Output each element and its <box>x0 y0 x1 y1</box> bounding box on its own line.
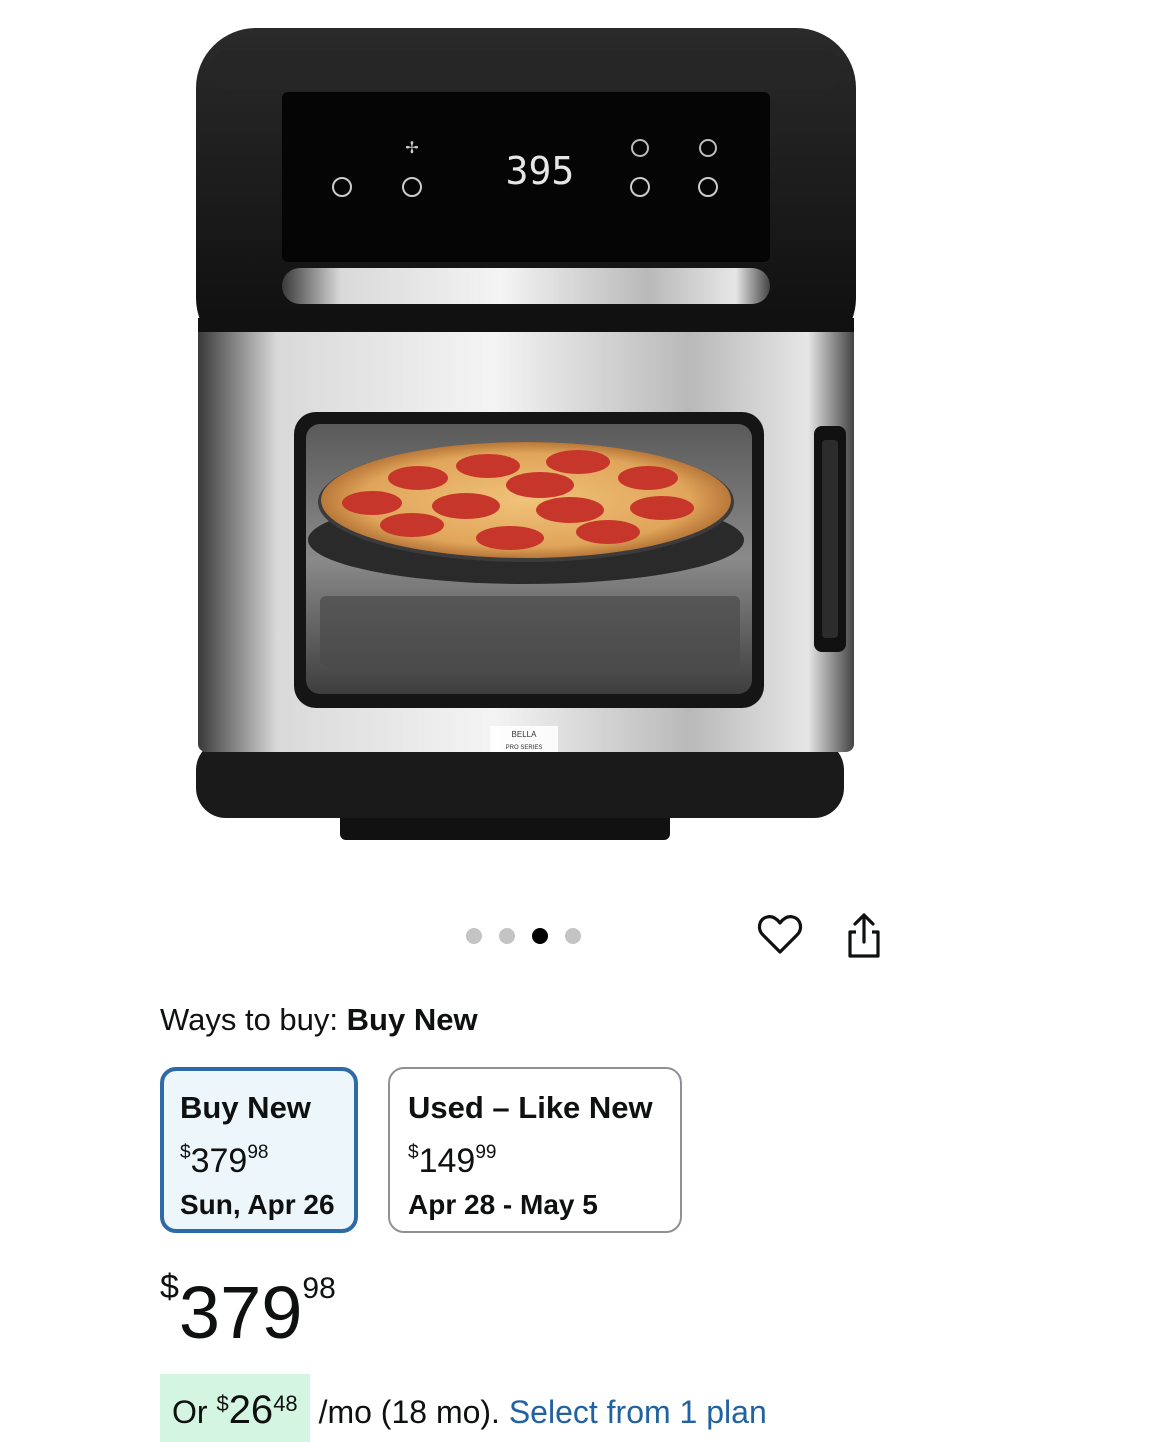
used-like-new-option[interactable]: Used – Like New $14999 Apr 28 - May 5 <box>388 1067 682 1233</box>
financing-terms: /mo (18 mo). <box>318 1394 500 1430</box>
buy-new-option[interactable]: Buy New $37998 Sun, Apr 26 <box>160 1067 358 1233</box>
svg-text:395: 395 <box>506 149 575 193</box>
image-carousel-dots[interactable] <box>466 928 581 944</box>
share-button[interactable] <box>842 910 886 962</box>
option-price: $14999 <box>408 1142 497 1180</box>
brand-logo: BELLA <box>512 730 538 739</box>
carousel-dot[interactable] <box>499 928 515 944</box>
heart-icon <box>757 915 803 954</box>
wishlist-button[interactable] <box>756 910 804 958</box>
option-delivery-date: Apr 28 - May 5 <box>408 1189 598 1220</box>
product-image[interactable]: 395 ✢ BELLA PRO SERIES <box>0 0 1150 880</box>
svg-text:PRO SERIES: PRO SERIES <box>506 745 543 751</box>
carousel-dot-active[interactable] <box>532 928 548 944</box>
price-whole: 379 <box>178 1271 303 1354</box>
ways-to-buy-selected: Buy New <box>346 1002 478 1037</box>
carousel-dot[interactable] <box>565 928 581 944</box>
option-delivery-date: Sun, Apr 26 <box>180 1189 335 1220</box>
price-currency: $ <box>160 1268 179 1306</box>
ways-to-buy-label: Ways to buy: <box>160 1002 339 1037</box>
option-title: Used – Like New <box>408 1090 653 1125</box>
financing-offer: Or $2648 /mo (18 mo). Select from 1 plan <box>160 1374 767 1442</box>
price: $37998 <box>160 1270 336 1350</box>
air-fryer-illustration: 395 ✢ BELLA PRO SERIES <box>196 28 856 840</box>
carousel-dot[interactable] <box>466 928 482 944</box>
option-title: Buy New <box>180 1090 311 1125</box>
price-cents: 98 <box>302 1272 336 1305</box>
monthly-payment-highlight: Or $2648 <box>160 1374 310 1442</box>
share-icon <box>848 913 880 958</box>
svg-text:✢: ✢ <box>405 140 418 157</box>
select-plan-link[interactable]: Select from 1 plan <box>509 1394 767 1430</box>
ways-to-buy: Ways to buy: Buy New <box>160 1002 478 1038</box>
option-price: $37998 <box>180 1142 269 1180</box>
